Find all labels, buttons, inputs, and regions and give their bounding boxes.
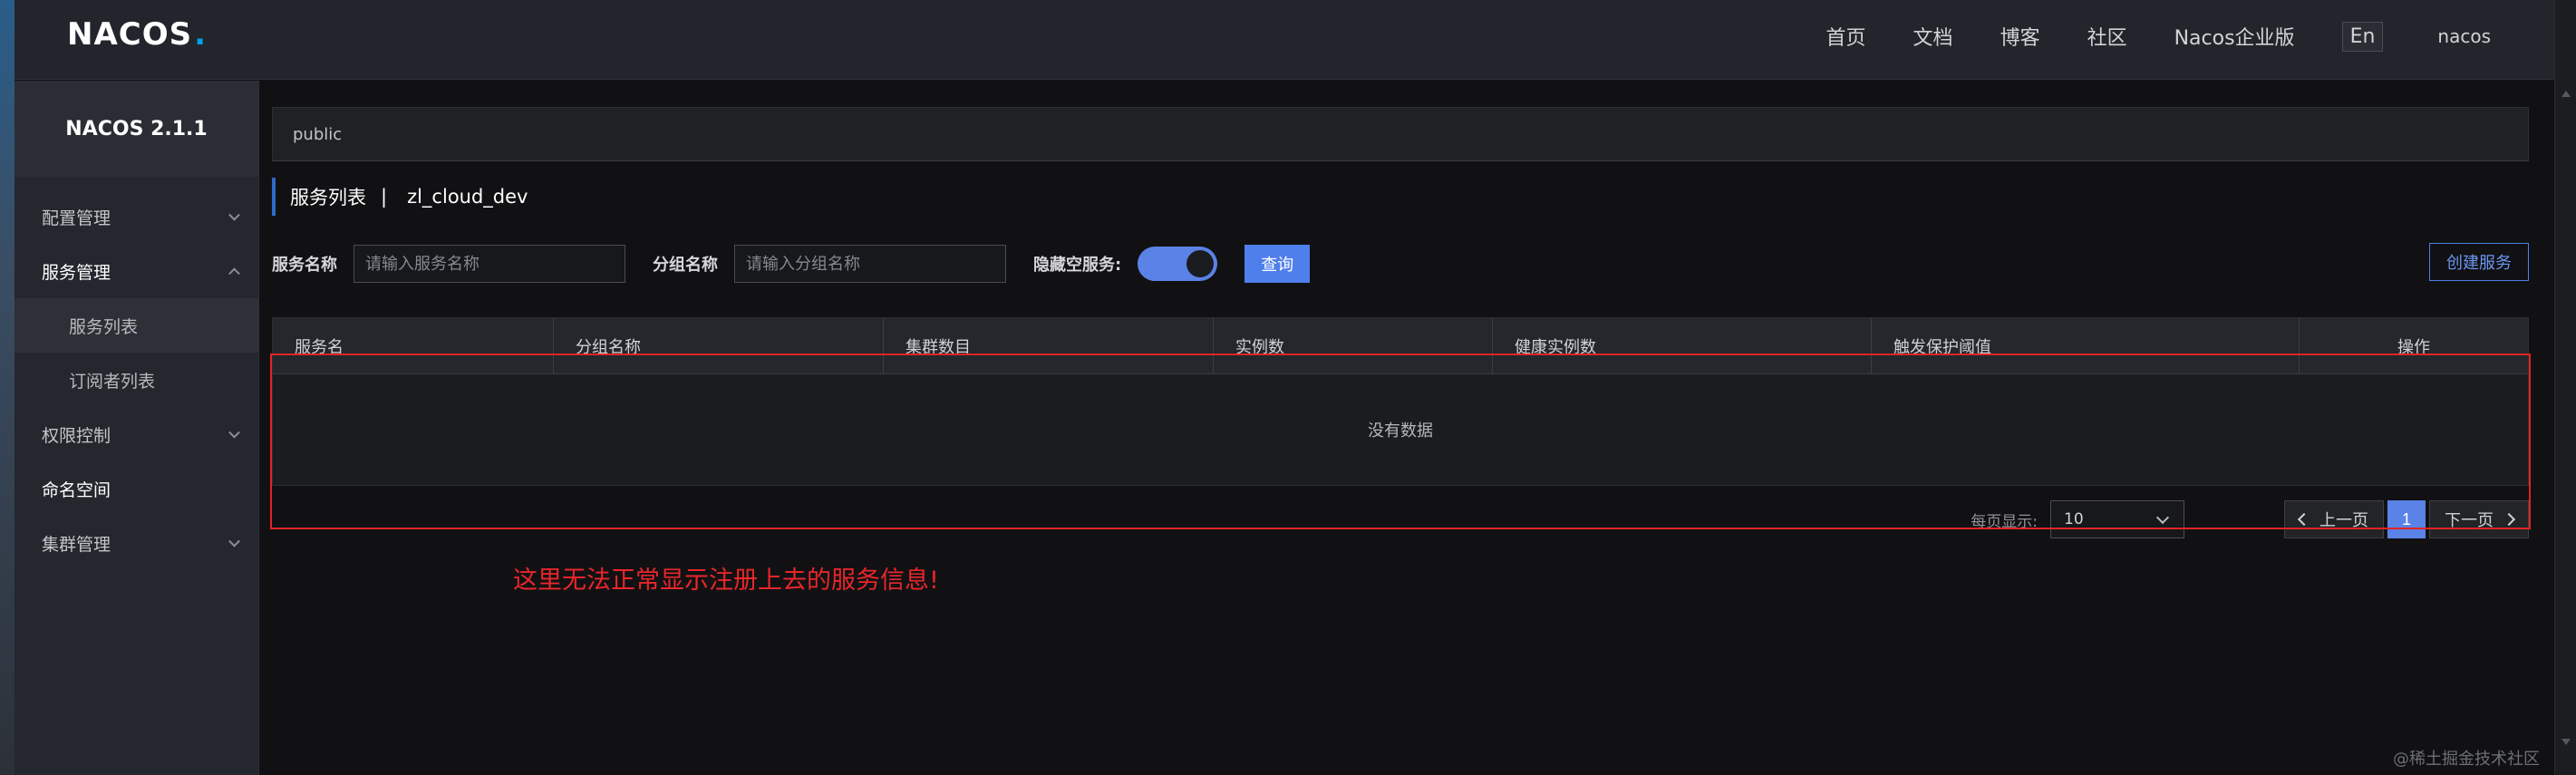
scroll-down-icon[interactable] [2561, 739, 2571, 745]
logo-dot: . [194, 16, 208, 53]
next-page-button[interactable]: 下一页 [2429, 500, 2529, 538]
service-name-label: 服务名称 [272, 256, 337, 275]
page-size-value: 10 [2064, 510, 2084, 528]
chevron-right-icon [2502, 512, 2516, 527]
nav-docs[interactable]: 文档 [1913, 22, 1953, 51]
title-separator: | [381, 186, 388, 208]
sidebar-version: NACOS 2.1.1 [15, 81, 258, 177]
watermark: @稀土掘金技术社区 [2393, 750, 2540, 769]
query-button[interactable]: 查询 [1244, 245, 1311, 283]
sidebar-item-label: 命名空间 [42, 480, 111, 500]
page-size-label: 每页显示: [1971, 512, 2038, 531]
nav-blog[interactable]: 博客 [2000, 22, 2040, 51]
page-title-text: 服务列表 [290, 187, 366, 208]
nacos-logo[interactable]: NACOS. [67, 16, 207, 53]
namespace-tab-public[interactable]: public [293, 125, 342, 144]
scroll-up-icon[interactable] [2561, 91, 2571, 97]
left-edge-strip [0, 0, 15, 775]
page-size-select[interactable]: 10 [2050, 500, 2184, 538]
pagination: 每页显示: 10 上一页 1 下一页 [1971, 500, 2529, 538]
group-name-input[interactable] [734, 245, 1006, 283]
top-nav: 首页 文档 博客 社区 Nacos企业版 En nacos [1803, 0, 2491, 73]
chevron-up-icon [228, 267, 240, 280]
page-number-button[interactable]: 1 [2387, 500, 2426, 538]
chevron-down-icon [228, 426, 240, 439]
chevron-down-icon [228, 535, 240, 547]
sidebar-item-service-management[interactable]: 服务管理 [15, 244, 258, 298]
top-header: NACOS. 首页 文档 博客 社区 Nacos企业版 En nacos [15, 0, 2554, 80]
language-toggle-button[interactable]: En [2341, 21, 2384, 52]
sidebar-item-label: 服务列表 [69, 316, 139, 337]
column-protect-threshold[interactable]: 触发保护阈值 [1872, 318, 2300, 374]
vertical-scrollbar[interactable] [2554, 0, 2576, 775]
sidebar-item-label: 集群管理 [42, 534, 111, 555]
sidebar-item-subscribers[interactable]: 订阅者列表 [15, 353, 258, 407]
sidebar-item-cluster[interactable]: 集群管理 [15, 516, 258, 570]
nav-enterprise[interactable]: Nacos企业版 [2174, 22, 2295, 51]
service-table: 服务名 分组名称 集群数目 实例数 健康实例数 触发保护阈值 操作 没有数据 [272, 317, 2529, 486]
toggle-knob [1186, 250, 1215, 277]
column-service-name[interactable]: 服务名 [273, 318, 554, 374]
hide-empty-toggle[interactable] [1138, 247, 1218, 281]
column-instance-count[interactable]: 实例数 [1214, 318, 1493, 374]
filter-row: 服务名称 分组名称 隐藏空服务: 查询 创建服务 [272, 243, 2529, 285]
sidebar-item-label: 服务管理 [42, 262, 111, 283]
create-service-button[interactable]: 创建服务 [2429, 243, 2529, 281]
sidebar-item-label: 权限控制 [42, 425, 111, 446]
sidebar-item-label: 配置管理 [42, 208, 111, 228]
table-empty-message: 没有数据 [1368, 421, 1433, 441]
group-name-label: 分组名称 [653, 256, 718, 275]
main-content: public 服务列表 | zl_cloud_dev 服务名称 分组名称 隐藏空… [270, 107, 2531, 760]
sidebar-item-config[interactable]: 配置管理 [15, 189, 258, 244]
service-name-input[interactable] [353, 245, 625, 283]
column-group-name[interactable]: 分组名称 [554, 318, 884, 374]
prev-page-button[interactable]: 上一页 [2284, 500, 2384, 538]
sidebar-item-namespace[interactable]: 命名空间 [15, 461, 258, 516]
chevron-down-icon [2155, 510, 2170, 525]
nav-community[interactable]: 社区 [2087, 22, 2127, 51]
sidebar-item-label: 订阅者列表 [69, 371, 156, 392]
table-header: 服务名 分组名称 集群数目 实例数 健康实例数 触发保护阈值 操作 [273, 318, 2528, 374]
logo-text: NACOS [67, 16, 193, 53]
prev-page-label: 上一页 [2319, 511, 2368, 530]
namespace-bar: public [272, 107, 2529, 161]
sidebar-item-service-list[interactable]: 服务列表 [15, 298, 258, 353]
chevron-down-icon [228, 208, 240, 221]
nav-home[interactable]: 首页 [1826, 22, 1866, 51]
page-namespace-name: zl_cloud_dev [407, 186, 528, 208]
page-title: 服务列表 | zl_cloud_dev [272, 178, 816, 216]
column-actions: 操作 [2397, 338, 2430, 357]
column-cluster-count[interactable]: 集群数目 [884, 318, 1214, 374]
user-name[interactable]: nacos [2437, 25, 2491, 47]
sidebar: NACOS 2.1.1 配置管理 服务管理 服务列表 订阅者列表 权限控制 命名… [15, 81, 259, 775]
chevron-left-icon [2297, 512, 2311, 527]
annotation-text: 这里无法正常显示注册上去的服务信息! [513, 567, 939, 595]
hide-empty-label: 隐藏空服务: [1033, 256, 1122, 275]
column-healthy-instances[interactable]: 健康实例数 [1493, 318, 1872, 374]
next-page-label: 下一页 [2445, 511, 2494, 530]
sidebar-item-auth[interactable]: 权限控制 [15, 407, 258, 461]
